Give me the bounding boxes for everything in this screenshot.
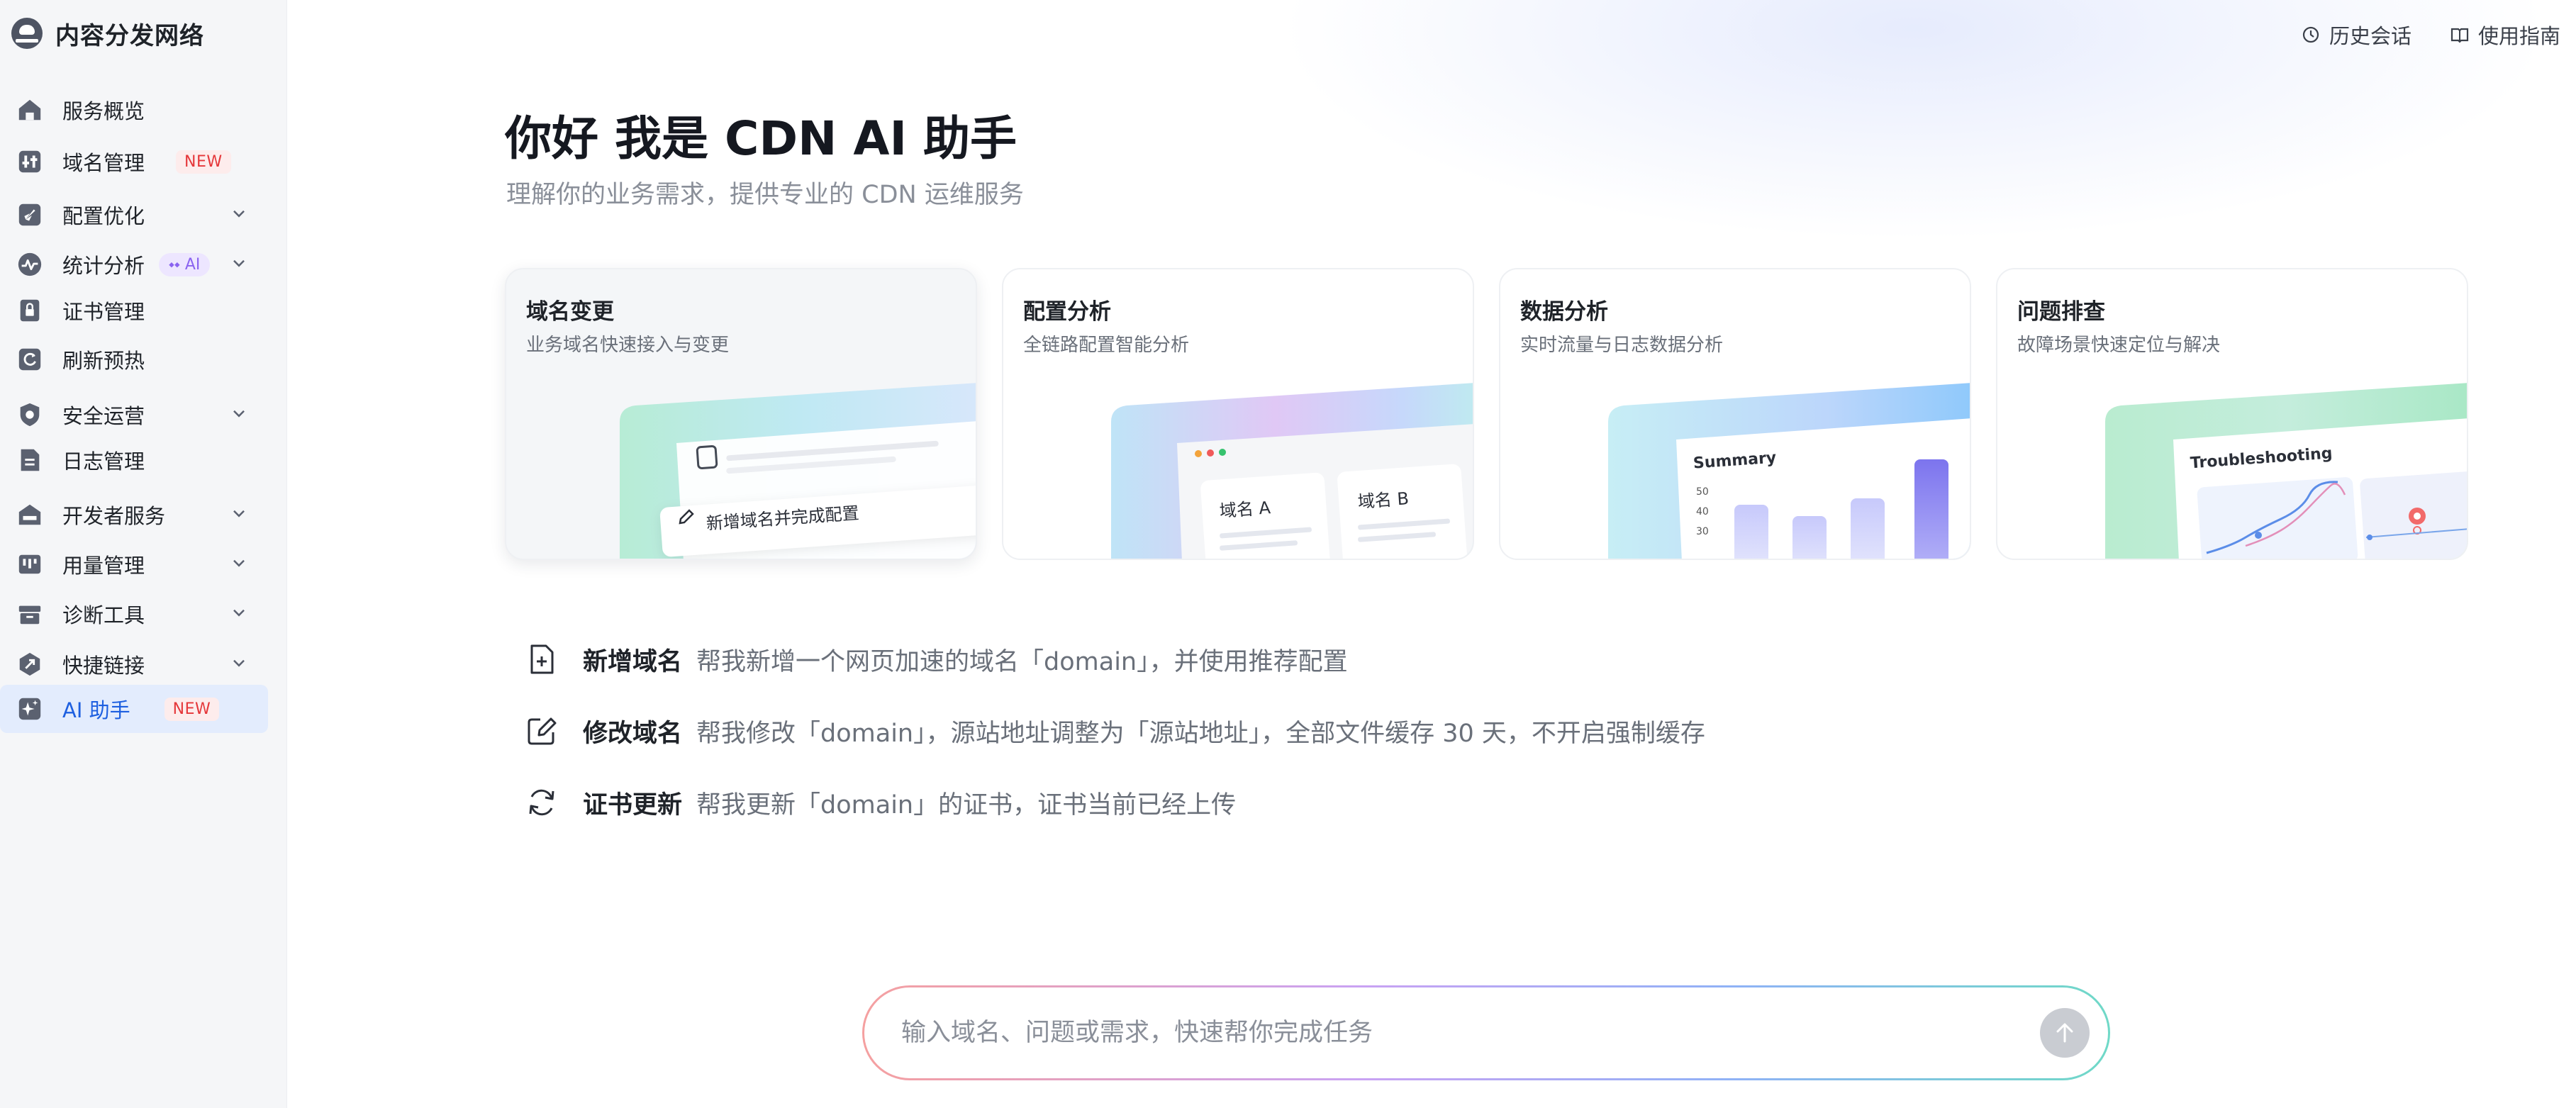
card-domain-change[interactable]: 新增域名并完成配置 域名变更 业务域名快速接入与变更 bbox=[505, 268, 977, 560]
chat-input[interactable] bbox=[901, 1019, 2040, 1047]
document-icon bbox=[16, 446, 44, 474]
guide-button[interactable]: 使用指南 bbox=[2450, 20, 2560, 50]
arrow-up-icon bbox=[2056, 1023, 2073, 1043]
guide-label: 使用指南 bbox=[2477, 24, 2560, 48]
sidebar-item-label: 统计分析 bbox=[62, 254, 145, 278]
card-title: 问题排查 bbox=[2017, 299, 2105, 325]
card-art-tick: 30 bbox=[1696, 526, 1709, 537]
developer-icon bbox=[16, 500, 44, 529]
chevron-down-icon[interactable] bbox=[231, 655, 247, 671]
chevron-down-icon[interactable] bbox=[231, 555, 247, 571]
send-button[interactable] bbox=[2040, 1008, 2090, 1058]
ai-badge-label: AI bbox=[184, 255, 201, 274]
sidebar-item-label: 诊断工具 bbox=[62, 603, 145, 627]
suggestion-title: 新增域名 bbox=[583, 647, 683, 676]
header-actions: 历史会话 使用指南 bbox=[2301, 20, 2560, 50]
sidebar-item-label: 服务概览 bbox=[62, 99, 145, 123]
sidebar-item-developer[interactable]: 开发者服务 bbox=[0, 491, 268, 539]
refresh-icon bbox=[16, 345, 44, 374]
sidebar-item-security[interactable]: 安全运营 bbox=[0, 391, 268, 439]
card-art-tick: 50 bbox=[1696, 486, 1709, 498]
sidebar-item-label: 日志管理 bbox=[62, 449, 145, 474]
link-icon bbox=[16, 650, 44, 678]
chevron-down-icon[interactable] bbox=[231, 605, 247, 620]
file-plus-icon bbox=[525, 642, 559, 676]
suggestion-update-certificate[interactable]: 证书更新 帮我更新「domain」的证书，证书当前已经上传 bbox=[525, 781, 1236, 824]
toolbox-icon bbox=[16, 600, 44, 628]
chat-input-inner bbox=[864, 987, 2108, 1078]
sidebar-item-overview[interactable]: 服务概览 bbox=[0, 86, 268, 134]
sidebar-item-logs[interactable]: 日志管理 bbox=[0, 436, 268, 484]
card-data-analysis[interactable]: Summary 50 40 30 数据分析 实时流量与日志数据分析 bbox=[1499, 268, 1971, 560]
sidebar-item-usage[interactable]: 用量管理 bbox=[0, 540, 268, 588]
sidebar-item-domain[interactable]: 域名管理 NEW bbox=[0, 138, 268, 186]
card-title: 域名变更 bbox=[526, 299, 614, 325]
chat-input-box bbox=[862, 985, 2110, 1080]
rocket-icon bbox=[16, 201, 44, 229]
card-desc: 全链路配置智能分析 bbox=[1023, 335, 1190, 356]
suggestion-add-domain[interactable]: 新增域名 帮我新增一个网页加速的域名「domain」，并使用推荐配置 bbox=[525, 638, 1348, 681]
card-art-domain-a: 域名 A bbox=[1219, 498, 1271, 521]
sidebar-item-label: 域名管理 bbox=[62, 151, 145, 175]
cdn-logo-icon bbox=[11, 18, 43, 49]
history-label: 历史会话 bbox=[2329, 24, 2411, 48]
sidebar-item-label: 配置优化 bbox=[62, 204, 145, 228]
card-title: 数据分析 bbox=[1520, 299, 1608, 325]
new-badge: NEW bbox=[176, 150, 231, 174]
sidebar-item-diagnostics[interactable]: 诊断工具 bbox=[0, 590, 268, 638]
page-title: 你好 我是 CDN AI 助手 bbox=[505, 111, 1017, 166]
sidebar-item-ai-assistant[interactable]: AI 助手 NEW bbox=[0, 685, 268, 733]
sidebar-item-label: 证书管理 bbox=[62, 300, 145, 324]
new-badge: NEW bbox=[164, 697, 220, 721]
sidebar-item-label: 快捷链接 bbox=[62, 654, 145, 678]
card-desc: 业务域名快速接入与变更 bbox=[526, 335, 730, 356]
card-art-tick: 40 bbox=[1696, 506, 1709, 517]
domain-icon bbox=[16, 147, 44, 176]
sidebar: 内容分发网络 服务概览 域名管理 NEW 配置优化 统计分析 ⬩⬩ AI 证书管… bbox=[0, 0, 287, 1108]
brand[interactable]: 内容分发网络 bbox=[11, 16, 204, 51]
sidebar-item-config[interactable]: 配置优化 bbox=[0, 191, 268, 239]
lock-icon bbox=[16, 296, 44, 325]
sidebar-item-shortcuts[interactable]: 快捷链接 bbox=[0, 640, 268, 688]
usage-icon bbox=[16, 550, 44, 578]
chevron-down-icon[interactable] bbox=[231, 405, 247, 421]
card-config-analysis[interactable]: 域名 A 域名 B 配置分析 全链路配置智能分析 bbox=[1002, 268, 1474, 560]
sidebar-item-label: 刷新预热 bbox=[62, 349, 145, 373]
suggestion-title: 证书更新 bbox=[583, 790, 683, 819]
ai-sparkle-icon bbox=[16, 695, 44, 723]
ai-badge: ⬩⬩ AI bbox=[159, 252, 211, 276]
history-button[interactable]: 历史会话 bbox=[2301, 20, 2411, 50]
edit-icon bbox=[525, 714, 559, 748]
card-art-domain-b: 域名 B bbox=[1357, 488, 1410, 512]
refresh-icon bbox=[525, 785, 559, 819]
sidebar-item-refresh[interactable]: 刷新预热 bbox=[0, 335, 268, 384]
sidebar-item-certificate[interactable]: 证书管理 bbox=[0, 286, 268, 335]
card-troubleshooting[interactable]: Troubleshooting 问题排查 故障场景快速定位与解决 bbox=[1996, 268, 2468, 560]
card-title: 配置分析 bbox=[1023, 299, 1111, 325]
brand-title: 内容分发网络 bbox=[55, 21, 204, 50]
chevron-down-icon[interactable] bbox=[231, 505, 247, 521]
chevron-down-icon[interactable] bbox=[231, 206, 247, 221]
history-icon bbox=[2302, 26, 2319, 43]
page-subtitle: 理解你的业务需求，提供专业的 CDN 运维服务 bbox=[506, 181, 1024, 209]
chevron-down-icon[interactable] bbox=[231, 255, 247, 271]
card-desc: 实时流量与日志数据分析 bbox=[1520, 335, 1724, 356]
book-icon bbox=[2450, 28, 2469, 43]
sidebar-item-label: AI 助手 bbox=[62, 698, 130, 722]
sidebar-item-label: 安全运营 bbox=[62, 404, 145, 428]
card-desc: 故障场景快速定位与解决 bbox=[2017, 335, 2221, 356]
sidebar-item-statistics[interactable]: 统计分析 ⬩⬩ AI bbox=[0, 240, 268, 289]
suggestion-text: 帮我新增一个网页加速的域名「domain」，并使用推荐配置 bbox=[696, 647, 1348, 676]
sidebar-item-label: 用量管理 bbox=[62, 554, 145, 578]
home-icon bbox=[16, 96, 44, 124]
suggestion-modify-domain[interactable]: 修改域名 帮我修改「domain」，源站地址调整为「源站地址」，全部文件缓存 3… bbox=[525, 710, 1705, 752]
suggestion-text: 帮我修改「domain」，源站地址调整为「源站地址」，全部文件缓存 30 天，不… bbox=[696, 719, 1705, 748]
sidebar-item-label: 开发者服务 bbox=[62, 504, 166, 528]
chart-icon bbox=[16, 250, 44, 279]
suggestion-text: 帮我更新「domain」的证书，证书当前已经上传 bbox=[696, 790, 1237, 819]
suggestion-title: 修改域名 bbox=[583, 719, 683, 748]
shield-icon bbox=[16, 401, 44, 429]
